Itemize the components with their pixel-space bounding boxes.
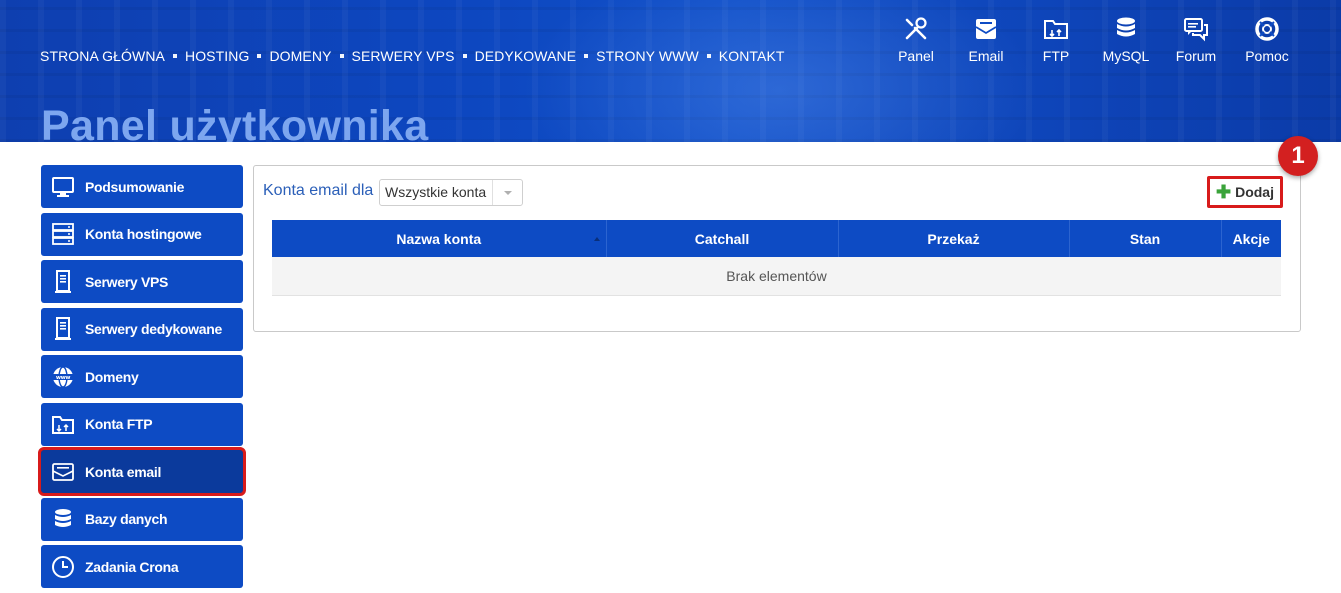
lifebuoy-icon xyxy=(1255,17,1279,41)
quick-link-label: MySQL xyxy=(1102,48,1150,64)
nav-separator xyxy=(172,54,177,58)
forum-icon xyxy=(1184,18,1208,42)
sidebar-item-label: Konta FTP xyxy=(85,416,153,432)
nav-link-dedicated[interactable]: DEDYKOWANE xyxy=(475,48,577,64)
svg-text:www: www xyxy=(56,375,71,381)
nav-separator xyxy=(584,54,589,58)
nav-link-vps[interactable]: SERWERY VPS xyxy=(352,48,455,64)
nav-link-hosting[interactable]: HOSTING xyxy=(185,48,249,64)
sidebar: Podsumowanie Konta hostingowe Serwery VP… xyxy=(38,165,246,593)
account-filter-value: Wszystkie konta xyxy=(385,184,487,200)
chevron-down-icon xyxy=(503,190,512,195)
sidebar-item-dedicated[interactable]: Serwery dedykowane xyxy=(41,307,243,351)
sort-ascending-icon xyxy=(593,237,600,241)
filter-label: Konta email dla xyxy=(263,182,374,199)
add-button-label: Dodaj xyxy=(1235,184,1274,200)
clock-icon xyxy=(41,545,85,588)
nav-link-domains[interactable]: DOMENY xyxy=(269,48,331,64)
quick-link-label: Email xyxy=(968,48,1004,64)
quick-link-help[interactable]: Pomoc xyxy=(1232,16,1302,64)
add-email-button[interactable]: ✚ Dodaj xyxy=(1207,176,1283,208)
quick-link-forum[interactable]: Forum xyxy=(1161,16,1231,64)
nav-link-home[interactable]: STRONA GŁÓWNA xyxy=(40,48,165,64)
account-filter-select[interactable]: Wszystkie konta xyxy=(379,179,523,206)
www-globe-icon: www xyxy=(41,355,85,398)
email-accounts-panel: Konta email dla Wszystkie konta ✚ Dodaj … xyxy=(253,165,1301,332)
server-icon xyxy=(41,260,85,303)
sidebar-item-cron[interactable]: Zadania Crona xyxy=(41,545,243,588)
quick-link-email[interactable]: Email xyxy=(951,16,1021,64)
email-icon xyxy=(41,450,85,493)
sidebar-item-label: Serwery dedykowane xyxy=(85,321,222,337)
column-header-label: Stan xyxy=(1129,230,1161,247)
table-row: Brak elementów xyxy=(272,257,1281,296)
column-header-label: Akcje xyxy=(1232,230,1270,247)
quick-link-mysql[interactable]: MySQL xyxy=(1091,16,1161,64)
database-icon xyxy=(41,498,85,541)
sidebar-item-databases[interactable]: Bazy danych xyxy=(41,497,243,541)
header-banner: STRONA GŁÓWNA HOSTING DOMENY SERWERY VPS… xyxy=(0,0,1341,142)
monitor-icon xyxy=(41,165,85,208)
nav-link-contact[interactable]: KONTAKT xyxy=(719,48,785,64)
column-header-label: Przekaż xyxy=(927,230,980,247)
ftp-folder-icon xyxy=(41,403,85,446)
sidebar-item-vps[interactable]: Serwery VPS xyxy=(41,260,243,303)
empty-table-message: Brak elementów xyxy=(272,257,1281,296)
quick-link-label: Panel xyxy=(898,48,934,64)
column-header-catchall[interactable]: Catchall xyxy=(606,220,839,257)
nav-separator xyxy=(706,54,711,58)
sidebar-item-ftp[interactable]: Konta FTP xyxy=(41,402,243,446)
quick-link-ftp[interactable]: FTP xyxy=(1021,16,1091,64)
page-title: Panel użytkownika xyxy=(41,102,429,142)
email-accounts-table: Nazwa konta Catchall Przekaż Stan Akcje … xyxy=(272,220,1281,296)
plus-icon: ✚ xyxy=(1216,182,1232,202)
table-header-row: Nazwa konta Catchall Przekaż Stan Akcje xyxy=(272,220,1281,257)
sidebar-item-label: Domeny xyxy=(85,368,139,385)
annotation-badge: 1 xyxy=(1278,136,1318,176)
database-icon xyxy=(1117,17,1135,37)
column-header-label: Catchall xyxy=(694,230,750,247)
sidebar-item-label: Konta email xyxy=(85,463,162,480)
top-navigation: STRONA GŁÓWNA HOSTING DOMENY SERWERY VPS… xyxy=(40,48,785,64)
nav-separator xyxy=(257,54,262,58)
sidebar-item-label: Serwery VPS xyxy=(85,273,169,290)
tools-icon xyxy=(905,17,927,40)
column-header-status[interactable]: Stan xyxy=(1069,220,1222,257)
server-icon xyxy=(41,308,85,351)
sidebar-item-email[interactable]: Konta email xyxy=(38,447,246,496)
server-rack-icon xyxy=(41,213,85,256)
nav-link-websites[interactable]: STRONY WWW xyxy=(596,48,699,64)
sidebar-item-label: Bazy danych xyxy=(85,511,168,527)
quick-link-label: Pomoc xyxy=(1245,48,1289,64)
nav-separator xyxy=(339,54,344,58)
column-header-actions: Akcje xyxy=(1221,220,1281,257)
sidebar-item-hosting-accounts[interactable]: Konta hostingowe xyxy=(41,212,243,256)
quick-link-label: Forum xyxy=(1175,48,1217,64)
sidebar-item-label: Zadania Crona xyxy=(85,558,179,575)
email-icon xyxy=(975,19,997,39)
nav-separator xyxy=(462,54,467,58)
sidebar-item-domains[interactable]: www Domeny xyxy=(41,355,243,398)
column-header-forward[interactable]: Przekaż xyxy=(838,220,1070,257)
quick-link-label: FTP xyxy=(1042,48,1070,64)
sidebar-item-label: Podsumowanie xyxy=(85,178,185,195)
column-header-label: Nazwa konta xyxy=(396,230,482,247)
column-header-account-name[interactable]: Nazwa konta xyxy=(272,220,607,257)
sidebar-item-label: Konta hostingowe xyxy=(85,226,202,242)
quick-link-panel[interactable]: Panel xyxy=(881,16,951,64)
sidebar-item-summary[interactable]: Podsumowanie xyxy=(41,165,243,208)
ftp-folder-icon xyxy=(1044,20,1068,39)
dropdown-toggle[interactable] xyxy=(492,180,522,205)
